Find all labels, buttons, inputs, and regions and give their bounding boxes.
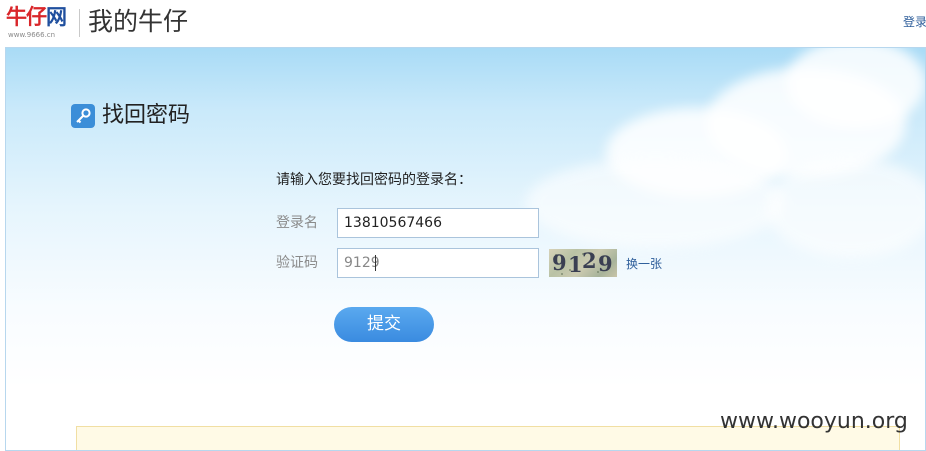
recover-password-panel: 找回密码 请输入您要找回密码的登录名： 登录名 13810567466 验证码 … [5, 47, 926, 451]
section-title-text: 找回密码 [102, 103, 191, 128]
site-logo[interactable]: 牛仔网 www.9666.cn [6, 5, 74, 41]
instruction-text: 请输入您要找回密码的登录名： [276, 172, 472, 188]
captcha-image[interactable]: 9 1 2 9 [549, 249, 617, 277]
username-label: 登录名 [276, 215, 318, 231]
captcha-label: 验证码 [276, 255, 318, 271]
refresh-captcha-link[interactable]: 换一张 [626, 256, 662, 272]
logo-text-part2: 网 [46, 5, 67, 29]
watermark: www.wooyun.org [720, 409, 908, 434]
header: 牛仔网 www.9666.cn 我的牛仔 登录 [0, 0, 926, 46]
key-icon [71, 104, 95, 128]
login-link[interactable]: 登录 [903, 14, 926, 30]
captcha-digit: 9 [552, 250, 567, 275]
logo-url: www.9666.cn [8, 31, 56, 39]
username-input[interactable]: 13810567466 [337, 208, 539, 238]
cloud-decoration [526, 158, 786, 248]
text-caret [375, 255, 376, 271]
page: 牛仔网 www.9666.cn 我的牛仔 登录 找回密码 请输入您要找回密码的登… [0, 0, 926, 451]
site-title: 我的牛仔 [88, 7, 189, 36]
captcha-digit: 1 [568, 252, 583, 277]
captcha-input[interactable]: 9129 [337, 248, 539, 278]
cloud-decoration [766, 158, 925, 258]
logo-text-part1: 牛仔 [6, 5, 47, 29]
captcha-digit: 9 [598, 251, 613, 276]
header-divider [79, 9, 80, 37]
captcha-digit: 2 [582, 249, 597, 273]
submit-button[interactable]: 提交 [334, 307, 434, 342]
logo-text: 牛仔网 [6, 5, 67, 29]
